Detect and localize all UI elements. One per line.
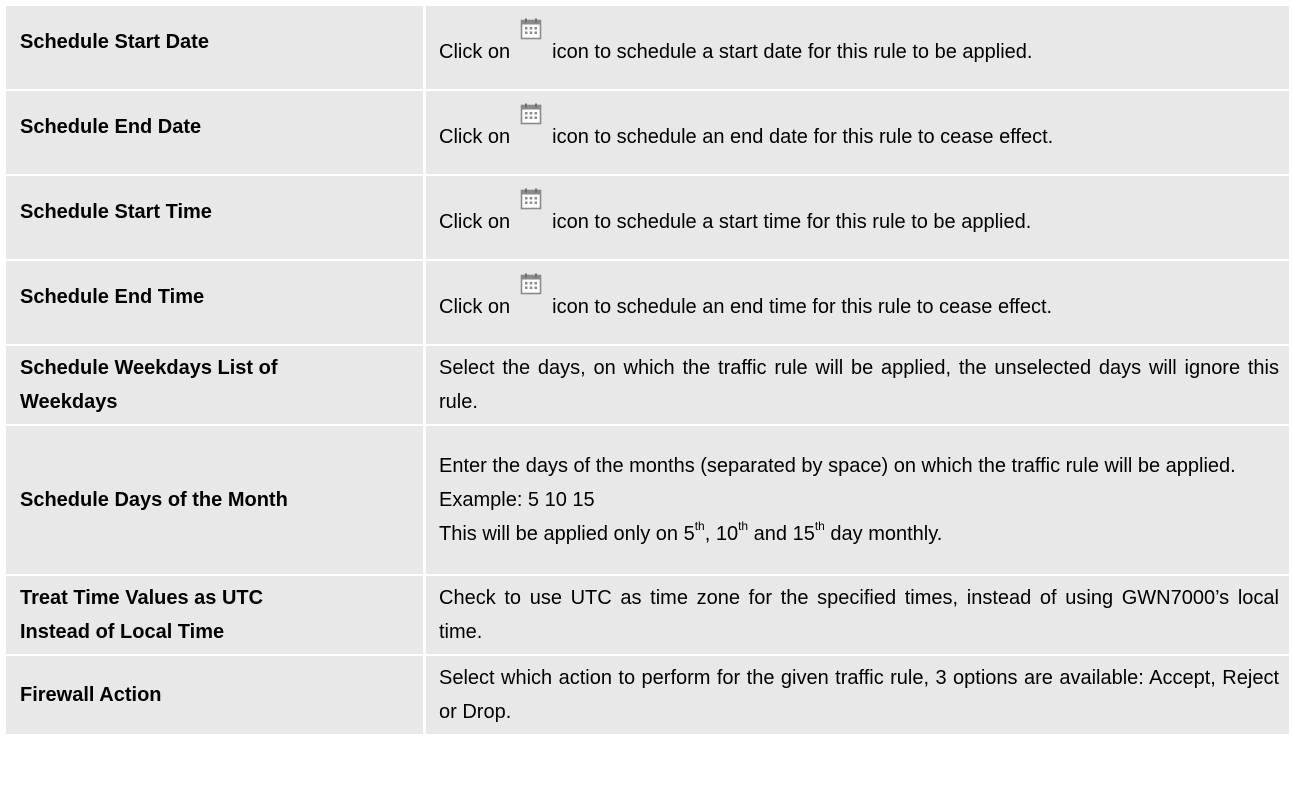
parameter-description: Select the days, on which the traffic ru… (426, 346, 1289, 426)
parameter-label: Schedule Start Date (6, 6, 426, 91)
parameter-label: Schedule Start Time (6, 176, 426, 261)
parameter-description: Click on icon to schedule a start date fo… (426, 6, 1289, 91)
description-text: Click on (439, 295, 511, 318)
description-text: Click on (439, 125, 511, 148)
parameter-label: Firewall Action (6, 656, 426, 736)
table-row: Schedule Weekdays List of Weekdays Selec… (6, 346, 1289, 426)
description-text: icon to schedule a start time for this r… (552, 210, 1032, 233)
table-row: Schedule Days of the Month Enter the day… (6, 426, 1289, 576)
description-text: icon to schedule a start date for this r… (552, 40, 1033, 63)
calendar-icon (520, 103, 542, 124)
calendar-icon (520, 273, 542, 294)
parameter-description: Click on icon to schedule an end time for… (426, 261, 1289, 346)
table-row: Schedule End Date Click on icon to schedu… (6, 91, 1289, 176)
parameter-label: Schedule End Time (6, 261, 426, 346)
description-text: icon to schedule an end time for this ru… (552, 295, 1053, 318)
parameter-label: Schedule End Date (6, 91, 426, 176)
parameter-label: Schedule Weekdays List of Weekdays (6, 346, 426, 426)
parameter-description: Enter the days of the months (separated … (426, 426, 1289, 576)
parameter-table: Schedule Start Date Click on icon to sche… (6, 6, 1289, 736)
description-text: Click on (439, 40, 511, 63)
table-row: Schedule Start Date Click on icon to sche… (6, 6, 1289, 91)
table-row: Schedule Start Time Click on icon to sche… (6, 176, 1289, 261)
calendar-icon (520, 18, 542, 39)
description-text: Click on (439, 210, 511, 233)
parameter-description: Click on icon to schedule a start time fo… (426, 176, 1289, 261)
parameter-label: Schedule Days of the Month (6, 426, 426, 576)
table-row: Schedule End Time Click on icon to schedu… (6, 261, 1289, 346)
parameter-label: Treat Time Values as UTC Instead of Loca… (6, 576, 426, 656)
parameter-description: Select which action to perform for the g… (426, 656, 1289, 736)
calendar-icon (520, 188, 542, 209)
parameter-description: Check to use UTC as time zone for the sp… (426, 576, 1289, 656)
table-row: Treat Time Values as UTC Instead of Loca… (6, 576, 1289, 656)
table-row: Firewall Action Select which action to p… (6, 656, 1289, 736)
parameter-description: Click on icon to schedule an end date for… (426, 91, 1289, 176)
description-text: icon to schedule an end date for this ru… (552, 125, 1054, 148)
